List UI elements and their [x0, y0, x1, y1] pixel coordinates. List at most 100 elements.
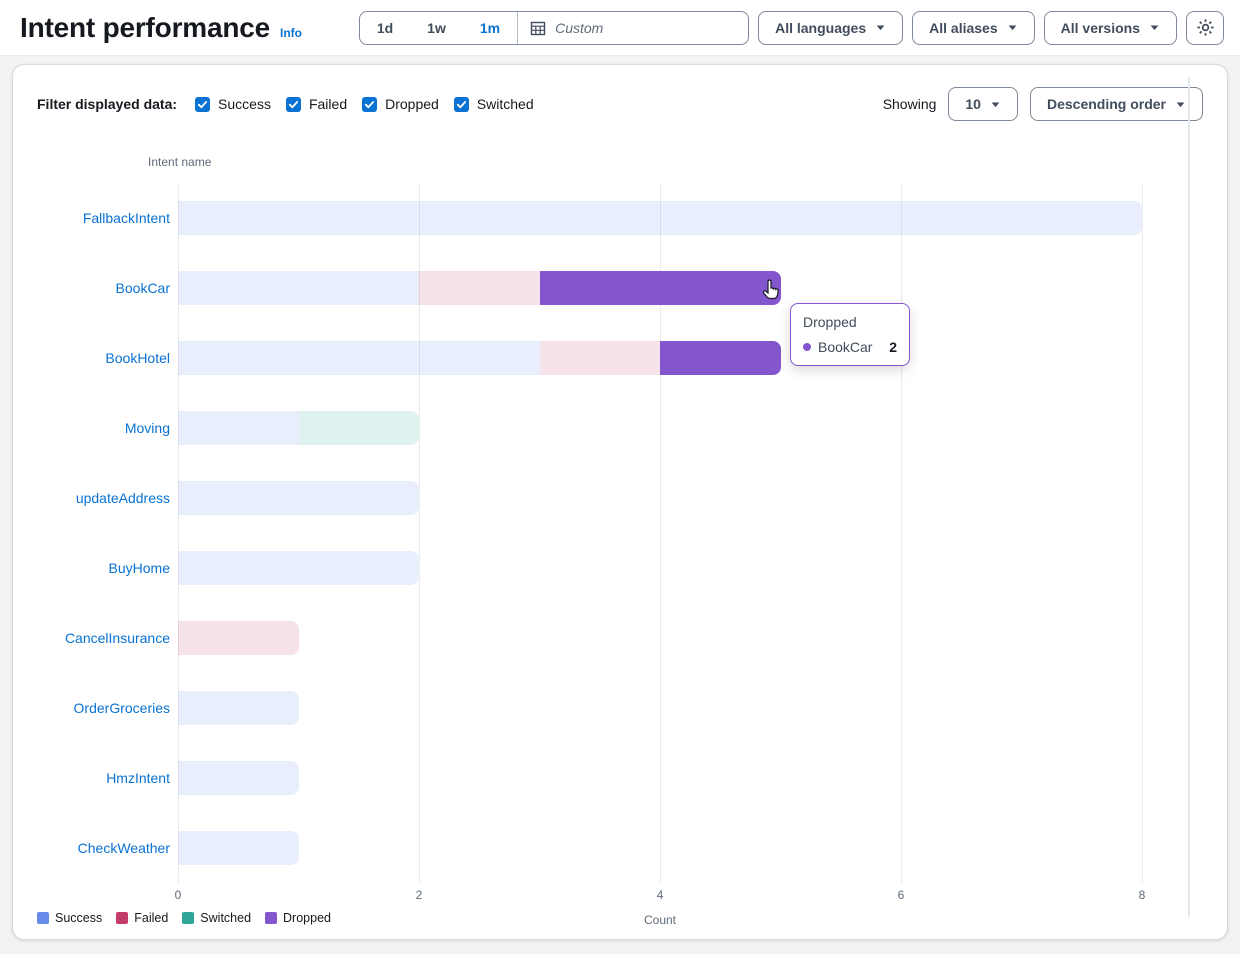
- showing-label: Showing: [883, 96, 937, 112]
- intent-link-hmzintent[interactable]: HmzIntent: [13, 743, 170, 813]
- aliases-dropdown[interactable]: All aliases: [912, 11, 1035, 45]
- x-axis-title: Count: [644, 913, 676, 927]
- bar-row-checkweather: [178, 813, 1142, 883]
- bar-segment-fallbackintent-success[interactable]: [178, 201, 1142, 235]
- checkbox-success[interactable]: Success: [195, 96, 271, 112]
- bar-segment-ordergroceries-success[interactable]: [178, 691, 299, 725]
- x-tick-strip: 02468: [178, 883, 1142, 905]
- aliases-dropdown-label: All aliases: [929, 20, 998, 36]
- legend-swatch-failed: [116, 912, 128, 924]
- calendar-icon: [530, 20, 546, 36]
- custom-date-range-input[interactable]: Custom: [518, 20, 748, 36]
- legend-item-failed[interactable]: Failed: [116, 911, 168, 925]
- bar-row-buyhome: [178, 533, 1142, 603]
- bar-row-hmzintent: [178, 743, 1142, 813]
- intent-link-cancelinsurance[interactable]: CancelInsurance: [13, 603, 170, 673]
- intent-link-bookcar[interactable]: BookCar: [13, 253, 170, 323]
- checkbox-label-switched: Switched: [477, 96, 534, 112]
- intent-link-ordergroceries[interactable]: OrderGroceries: [13, 673, 170, 743]
- intent-link-buyhome[interactable]: BuyHome: [13, 533, 170, 603]
- checkbox-box-switched: [454, 97, 469, 112]
- sort-order-value: Descending order: [1047, 96, 1166, 112]
- x-tick-label-6: 6: [898, 888, 905, 902]
- bar-row-bookhotel: [178, 323, 1142, 393]
- bar-segment-moving-success[interactable]: [178, 411, 299, 445]
- legend-label-dropped: Dropped: [283, 911, 331, 925]
- caret-down-icon: [1007, 22, 1018, 33]
- time-range-option-1d[interactable]: 1d: [360, 12, 410, 44]
- intent-labels-column: FallbackIntentBookCarBookHotelMovingupda…: [13, 183, 170, 883]
- time-range-option-1m[interactable]: 1m: [463, 12, 517, 44]
- intent-link-updateaddress[interactable]: updateAddress: [13, 463, 170, 533]
- bar-segment-cancelinsurance-failed[interactable]: [178, 621, 299, 655]
- x-tick-label-2: 2: [416, 888, 423, 902]
- checkbox-switched[interactable]: Switched: [454, 96, 534, 112]
- tooltip-item-value: 2: [889, 339, 897, 355]
- caret-down-icon: [875, 22, 886, 33]
- legend-swatch-success: [37, 912, 49, 924]
- checkbox-box-failed: [286, 97, 301, 112]
- languages-dropdown[interactable]: All languages: [758, 11, 903, 45]
- bar-segment-checkweather-success[interactable]: [178, 831, 299, 865]
- plot-right-gutter: [1142, 183, 1227, 883]
- filter-displayed-data-label: Filter displayed data:: [37, 96, 177, 112]
- bar-segment-moving-switched[interactable]: [299, 411, 420, 445]
- sort-order-dropdown[interactable]: Descending order: [1030, 87, 1203, 121]
- chart-legend: Success Failed Switched Dropped: [37, 911, 331, 925]
- bar-segment-bookcar-dropped[interactable]: [540, 271, 781, 305]
- custom-date-placeholder: Custom: [555, 20, 603, 36]
- header-controls: 1d1w1m Custom All languages All aliases: [359, 11, 1224, 45]
- page-header: Intent performance Info 1d1w1m Custom Al…: [0, 0, 1240, 56]
- legend-item-success[interactable]: Success: [37, 911, 102, 925]
- bar-segment-hmzintent-success[interactable]: [178, 761, 299, 795]
- versions-dropdown[interactable]: All versions: [1044, 11, 1177, 45]
- checkbox-box-success: [195, 97, 210, 112]
- legend-label-success: Success: [55, 911, 102, 925]
- page-title: Intent performance: [20, 12, 270, 44]
- hand-cursor-icon: [761, 279, 781, 301]
- intent-link-moving[interactable]: Moving: [13, 393, 170, 463]
- legend-swatch-dropped: [265, 912, 277, 924]
- display-options: Showing 10 Descending order: [883, 87, 1203, 121]
- x-axis: 02468: [13, 883, 1227, 905]
- intent-performance-panel: Filter displayed data: Success Failed Drop…: [12, 64, 1228, 940]
- x-tick-label-8: 8: [1139, 888, 1146, 902]
- chart-tooltip: Dropped BookCar 2: [790, 303, 910, 366]
- legend-swatch-switched: [182, 912, 194, 924]
- bar-segment-bookhotel-failed[interactable]: [540, 341, 661, 375]
- legend-label-failed: Failed: [134, 911, 168, 925]
- bar-segment-bookcar-failed[interactable]: [419, 271, 540, 305]
- bar-segment-bookhotel-dropped[interactable]: [660, 341, 781, 375]
- gear-icon: [1196, 18, 1215, 37]
- tooltip-series-title: Dropped: [803, 314, 897, 330]
- intent-link-bookhotel[interactable]: BookHotel: [13, 323, 170, 393]
- bar-row-cancelinsurance: [178, 603, 1142, 673]
- gridline-8: [1142, 183, 1143, 883]
- checkbox-label-dropped: Dropped: [385, 96, 439, 112]
- legend-item-dropped[interactable]: Dropped: [265, 911, 331, 925]
- languages-dropdown-label: All languages: [775, 20, 866, 36]
- bar-segment-buyhome-success[interactable]: [178, 551, 419, 585]
- bar-segment-bookhotel-success[interactable]: [178, 341, 540, 375]
- info-link[interactable]: Info: [280, 26, 302, 40]
- bar-row-moving: [178, 393, 1142, 463]
- bar-segment-updateaddress-success[interactable]: [178, 481, 419, 515]
- checkbox-failed[interactable]: Failed: [286, 96, 347, 112]
- intent-link-fallbackintent[interactable]: FallbackIntent: [13, 183, 170, 253]
- showing-count-dropdown[interactable]: 10: [948, 87, 1018, 121]
- checkbox-box-dropped: [362, 97, 377, 112]
- legend-item-switched[interactable]: Switched: [182, 911, 251, 925]
- bar-row-bookcar: [178, 253, 1142, 323]
- time-range-option-1w[interactable]: 1w: [410, 12, 463, 44]
- bar-segment-bookcar-success[interactable]: [178, 271, 419, 305]
- checkbox-label-failed: Failed: [309, 96, 347, 112]
- settings-button[interactable]: [1186, 11, 1224, 45]
- legend-label-switched: Switched: [200, 911, 251, 925]
- tooltip-series-dot: [803, 343, 811, 351]
- showing-count-value: 10: [965, 96, 981, 112]
- checkbox-dropped[interactable]: Dropped: [362, 96, 439, 112]
- x-tick-label-0: 0: [175, 888, 182, 902]
- y-axis-title: Intent name: [148, 155, 211, 169]
- checkbox-label-success: Success: [218, 96, 271, 112]
- intent-link-checkweather[interactable]: CheckWeather: [13, 813, 170, 883]
